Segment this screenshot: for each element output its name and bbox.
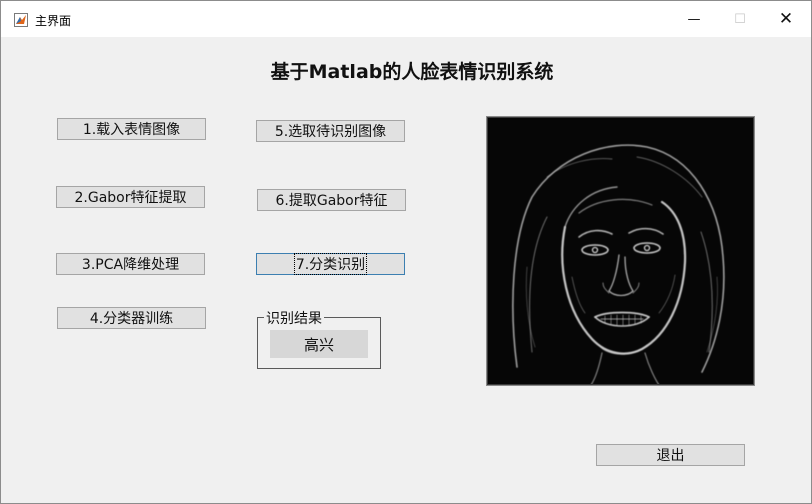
close-icon: ✕ [778,9,794,29]
minimize-icon: — [687,11,701,27]
minimize-button[interactable]: — [671,1,717,37]
result-value: 高兴 [303,335,334,354]
page-title: 基于Matlab的人脸表情识别系统 [1,57,811,84]
matlab-icon [14,13,28,27]
train-classifier-button[interactable]: 4.分类器训练 [57,307,206,329]
select-image-label: 5.选取待识别图像 [274,124,387,140]
select-image-button[interactable]: 5.选取待识别图像 [256,120,405,142]
face-edge-image-icon [487,117,754,386]
classify-label: 7.分类识别 [293,253,368,275]
pca-reduce-label: 3.PCA降维处理 [81,257,180,273]
maximize-button[interactable]: ☐ [717,1,763,37]
gabor-extract-label: 2.Gabor特征提取 [74,190,187,206]
window-title: 主界面 [35,14,72,28]
load-expression-button[interactable]: 1.载入表情图像 [57,118,206,140]
title-bar: 主界面 — ☐ ✕ [1,1,811,37]
exit-label: 退出 [656,448,685,464]
classify-button[interactable]: 7.分类识别 [256,253,405,275]
page-title-text: 基于Matlab的人脸表情识别系统 [270,61,554,83]
face-image-display [486,116,755,386]
gabor-extract-button[interactable]: 2.Gabor特征提取 [56,186,205,208]
load-expression-label: 1.载入表情图像 [82,122,181,138]
pca-reduce-button[interactable]: 3.PCA降维处理 [56,253,205,275]
main-window: 主界面 — ☐ ✕ 基于Matlab的人脸表情识别系统 1.载入表情图像 2.G… [0,0,812,504]
exit-button[interactable]: 退出 [596,444,745,466]
maximize-icon: ☐ [734,11,746,27]
train-classifier-label: 4.分类器训练 [89,311,174,327]
result-value-box: 高兴 [270,330,368,358]
close-button[interactable]: ✕ [763,1,809,37]
extract-gabor-label: 6.提取Gabor特征 [275,193,388,209]
result-group-label: 识别结果 [264,308,324,328]
extract-gabor-button[interactable]: 6.提取Gabor特征 [257,189,406,211]
